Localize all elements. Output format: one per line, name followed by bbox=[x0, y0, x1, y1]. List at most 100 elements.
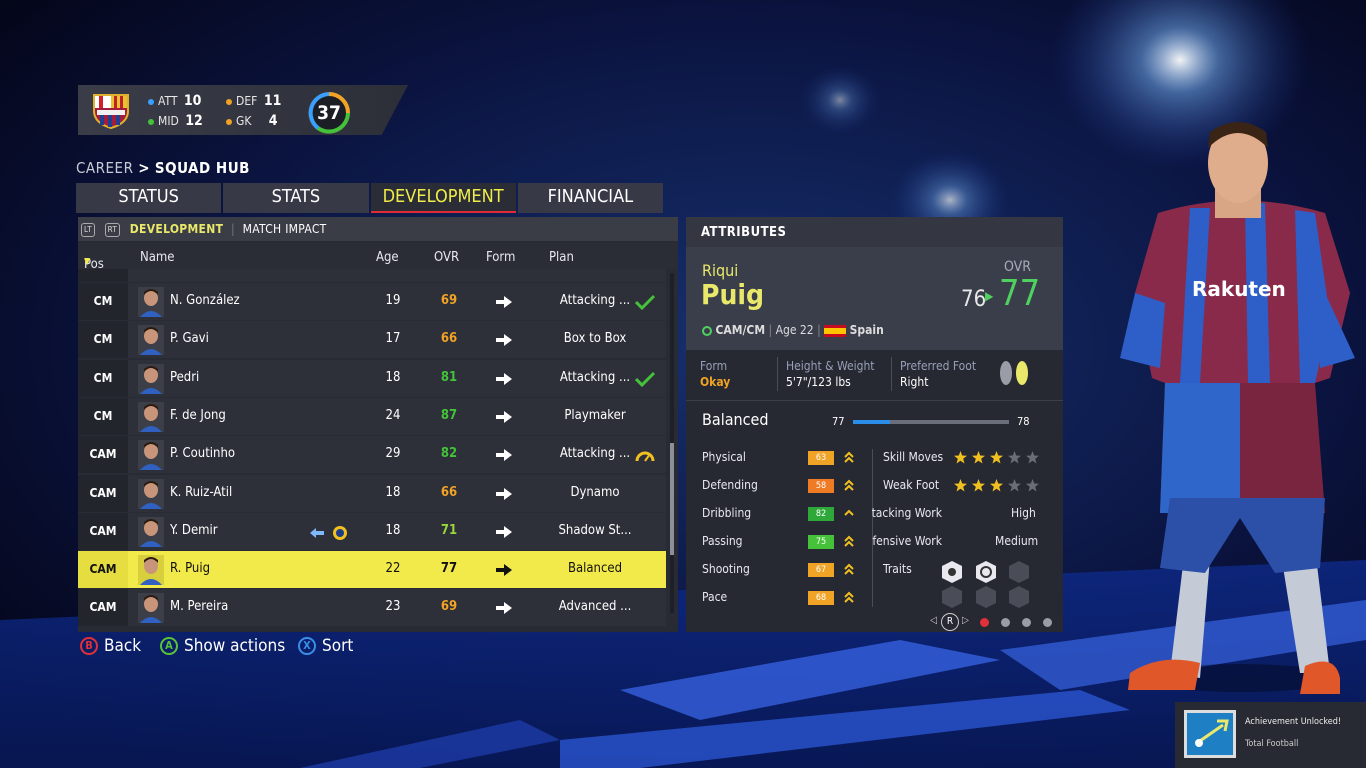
page-dot[interactable] bbox=[1001, 618, 1010, 627]
double-chevron-up-icon bbox=[844, 479, 854, 491]
player-name: K. Ruiz-Atil bbox=[170, 484, 233, 500]
player-name: Y. Demir bbox=[170, 522, 218, 538]
subtab-match-impact[interactable]: MATCH IMPACT bbox=[243, 222, 327, 236]
club-crest-icon bbox=[93, 94, 129, 129]
player-position: CM bbox=[78, 283, 128, 320]
form-arrow-icon bbox=[496, 410, 512, 423]
player-face-icon bbox=[138, 478, 164, 509]
player-row[interactable]: CAM K. Ruiz-Atil 18 66 Dynamo bbox=[78, 474, 666, 512]
player-age: Age 22 bbox=[775, 323, 814, 337]
ovr-current: 76 bbox=[961, 287, 987, 312]
sort-button[interactable]: X Sort bbox=[298, 636, 353, 656]
star-filled-icon bbox=[954, 451, 967, 464]
player-position: CM bbox=[78, 397, 128, 435]
show-actions-button[interactable]: A Show actions bbox=[160, 636, 285, 656]
double-chevron-up-icon bbox=[844, 563, 854, 575]
back-button[interactable]: B Back bbox=[80, 636, 141, 656]
x-button-icon: X bbox=[298, 637, 316, 655]
player-row[interactable]: CAM M. Pereira 23 69 Advanced ... bbox=[78, 589, 666, 627]
col-age[interactable]: Age bbox=[376, 250, 399, 265]
player-row[interactable]: CAM R. Puig 22 77 Balanced bbox=[78, 551, 666, 589]
attacking-work-value: High bbox=[1011, 506, 1036, 520]
star-filled-icon bbox=[954, 479, 967, 492]
page-dot[interactable] bbox=[1022, 618, 1031, 627]
double-chevron-up-icon bbox=[844, 591, 854, 603]
tab-stats[interactable]: STATS bbox=[223, 183, 369, 213]
star-filled-icon bbox=[972, 479, 985, 492]
att-dot-icon bbox=[148, 98, 154, 105]
player-info-line: CAM/CM | Age 22 | Spain bbox=[702, 323, 884, 337]
col-plan[interactable]: Plan bbox=[549, 250, 574, 265]
player-position: CAM bbox=[78, 474, 128, 512]
col-form[interactable]: Form bbox=[486, 250, 515, 265]
breadcrumb-root[interactable]: CAREER bbox=[76, 159, 133, 177]
stat-name: Dribbling bbox=[702, 506, 752, 520]
player-age: 19 bbox=[385, 293, 401, 308]
player-age: 17 bbox=[385, 331, 401, 347]
single-chevron-up-icon bbox=[844, 509, 854, 516]
attacking-work-label: Attacking Work bbox=[872, 506, 942, 520]
svg-text:Rakuten: Rakuten bbox=[1192, 277, 1286, 301]
spain-flag-icon bbox=[824, 324, 847, 337]
tab-status[interactable]: STATUS bbox=[76, 183, 222, 213]
form-arrow-icon bbox=[496, 449, 512, 462]
player-card: Riqui Puig OVR 76 ▶ 77 CAM/CM | Age 22 |… bbox=[686, 247, 1063, 350]
player-plan: Box to Box bbox=[563, 331, 627, 347]
player-row[interactable]: CAM Y. Demir 18 71 Shadow St... bbox=[78, 512, 666, 550]
stat-name: Passing bbox=[702, 534, 743, 548]
player-plan: Dynamo bbox=[570, 484, 620, 500]
tab-development[interactable]: DEVELOPMENT bbox=[370, 183, 517, 213]
player-position: CAM bbox=[78, 436, 128, 474]
player-row[interactable]: CM N. González 19 69 Attacking ... bbox=[78, 283, 666, 320]
player-row[interactable]: CM F. de Jong 24 87 Playmaker bbox=[78, 397, 666, 435]
mid-dot-icon bbox=[148, 118, 154, 125]
trait-technical-icon[interactable] bbox=[975, 560, 997, 584]
star-empty-icon bbox=[1008, 479, 1021, 492]
player-plan: Advanced ... bbox=[558, 599, 632, 615]
form-arrow-icon bbox=[496, 487, 512, 500]
check-icon bbox=[634, 371, 656, 387]
trait-flair-icon[interactable] bbox=[941, 560, 963, 584]
player-row[interactable]: CM Pedri 18 81 Attacking ... bbox=[78, 359, 666, 397]
player-ovr: 81 bbox=[440, 369, 458, 385]
stat-name: Physical bbox=[702, 450, 746, 464]
player-face-icon bbox=[138, 440, 164, 471]
player-name: R. Puig bbox=[170, 561, 211, 577]
empty-trait-slot-icon bbox=[942, 586, 962, 608]
pager-left-icon[interactable]: ◁ bbox=[930, 615, 937, 626]
subtab-development[interactable]: DEVELOPMENT bbox=[130, 222, 223, 236]
breadcrumb-separator: > bbox=[138, 159, 151, 177]
player-ovr: 69 bbox=[440, 599, 458, 615]
pager-right-icon[interactable]: ▷ bbox=[962, 615, 969, 626]
defensive-work-value: Medium bbox=[995, 534, 1039, 548]
star-filled-icon bbox=[972, 451, 985, 464]
tab-financial[interactable]: FINANCIAL bbox=[517, 183, 663, 213]
player-age: 24 bbox=[385, 407, 401, 423]
player-face-icon bbox=[138, 516, 164, 547]
form-arrow-icon bbox=[496, 564, 512, 577]
double-chevron-up-icon bbox=[844, 535, 854, 547]
star-empty-icon bbox=[1026, 479, 1039, 492]
player-plan: Playmaker bbox=[564, 407, 626, 423]
player-plan: Shadow St... bbox=[558, 522, 632, 538]
player-ovr: 82 bbox=[440, 446, 458, 462]
rt-key-icon[interactable]: RT bbox=[104, 222, 121, 237]
development-plan-name: Balanced bbox=[702, 410, 769, 429]
col-name[interactable]: Name bbox=[140, 250, 175, 265]
page-dot-active[interactable] bbox=[980, 618, 989, 627]
stat-name: Pace bbox=[702, 590, 728, 604]
player-row-partial[interactable] bbox=[78, 269, 666, 282]
player-last-name: Puig bbox=[701, 278, 765, 311]
r-stick-icon: R bbox=[941, 613, 959, 631]
preferred-foot-value: Right bbox=[900, 375, 929, 389]
player-row[interactable]: CM P. Gavi 17 66 Box to Box bbox=[78, 321, 666, 359]
list-scrollbar-thumb[interactable] bbox=[670, 443, 674, 555]
empty-trait-slot-icon bbox=[1009, 586, 1029, 608]
col-ovr[interactable]: OVR bbox=[434, 250, 459, 265]
lt-key-icon[interactable]: LT bbox=[81, 222, 95, 237]
player-position: CM bbox=[78, 359, 128, 397]
player-row[interactable]: CAM P. Coutinho 29 82 Attacking ... bbox=[78, 436, 666, 474]
attributes-pager[interactable]: ◁ R ▷ bbox=[924, 613, 1064, 631]
page-dot[interactable] bbox=[1043, 618, 1052, 627]
player-face-icon bbox=[138, 593, 164, 624]
